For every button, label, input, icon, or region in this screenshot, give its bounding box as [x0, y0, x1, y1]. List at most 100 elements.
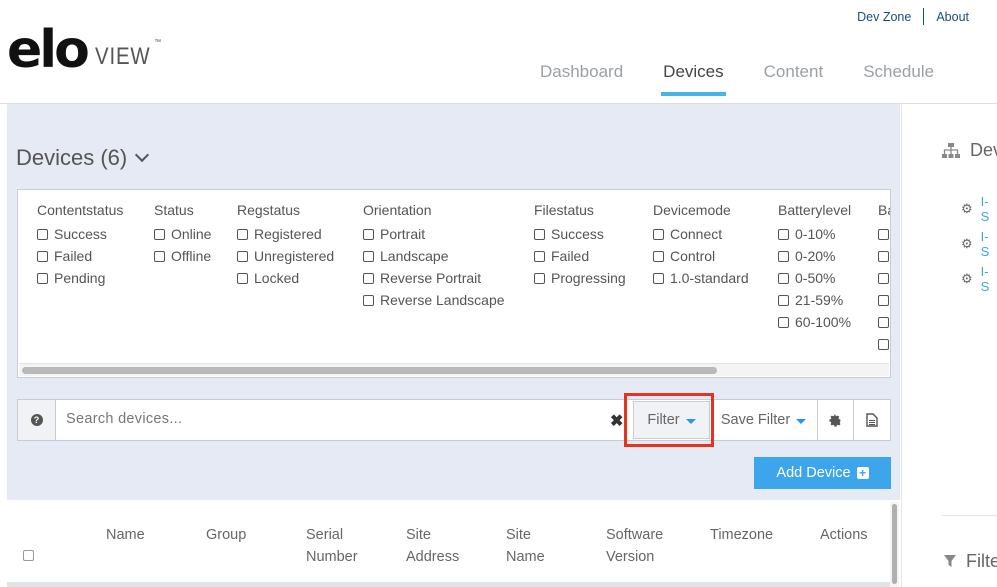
checkbox[interactable]	[237, 272, 248, 284]
filter-option[interactable]: Success	[534, 223, 626, 245]
tab-devices[interactable]: Devices	[661, 62, 727, 96]
col-header-serial-number[interactable]: Serial Number	[306, 524, 358, 568]
filter-option[interactable]: Locked	[237, 267, 334, 289]
logo-trademark: ™	[154, 39, 162, 46]
dev-zone-link[interactable]: Dev Zone	[845, 10, 923, 24]
col-header-name[interactable]: Name	[106, 524, 145, 546]
filter-option[interactable]: 0-20%	[778, 245, 851, 267]
group-item[interactable]: ⚙ I-S	[961, 264, 997, 294]
filter-option[interactable]: 60-100%	[778, 311, 851, 333]
checkbox[interactable]	[237, 228, 248, 240]
filter-option[interactable]: 21-59%	[778, 289, 851, 311]
filter-option[interactable]: Failed	[37, 245, 123, 267]
scrollbar-thumb[interactable]	[22, 367, 717, 374]
checkbox[interactable]	[534, 228, 545, 240]
filter-option[interactable]: Landscape	[363, 245, 505, 267]
checkbox[interactable]	[778, 272, 789, 284]
filter-option-label: 0-20%	[795, 248, 836, 264]
filter-option[interactable]: Connect	[653, 223, 749, 245]
filter-button[interactable]: Filter	[633, 401, 710, 439]
filter-option[interactable]	[878, 289, 890, 311]
logo-product: VIEW	[94, 43, 151, 70]
filter-option[interactable]: Offline	[154, 245, 211, 267]
checkbox[interactable]	[878, 316, 889, 328]
filter-option[interactable]: 0-10%	[778, 223, 851, 245]
select-all-checkbox[interactable]	[23, 550, 34, 561]
checkbox[interactable]	[653, 228, 664, 240]
filter-option[interactable]: Reverse Portrait	[363, 267, 505, 289]
filter-option[interactable]: Reverse Landscape	[363, 289, 505, 311]
filter-option[interactable]: Online	[154, 223, 211, 245]
filter-option[interactable]	[878, 311, 890, 333]
filter-option[interactable]: Progressing	[534, 267, 626, 289]
save-filter-button[interactable]: Save Filter	[710, 400, 817, 440]
tab-dashboard[interactable]: Dashboard	[540, 62, 623, 94]
checkbox[interactable]	[778, 294, 789, 306]
checkbox[interactable]	[534, 250, 545, 262]
checkbox[interactable]	[363, 272, 374, 284]
filter-group-header: Ba	[878, 202, 890, 218]
col-header-group[interactable]: Group	[206, 524, 246, 546]
filter-option[interactable]: Pending	[37, 267, 123, 289]
col-header-software-version[interactable]: Software Version	[606, 524, 663, 568]
checkbox[interactable]	[778, 228, 789, 240]
checkbox[interactable]	[534, 272, 545, 284]
filter-option[interactable]	[878, 333, 890, 355]
checkbox[interactable]	[878, 272, 889, 284]
settings-button[interactable]	[817, 400, 853, 440]
checkbox[interactable]	[363, 228, 374, 240]
export-button[interactable]	[853, 400, 890, 440]
document-icon	[866, 413, 878, 427]
horizontal-scrollbar[interactable]	[19, 363, 889, 376]
tab-content[interactable]: Content	[764, 62, 824, 94]
vertical-scrollbar[interactable]	[890, 502, 899, 587]
save-filter-label: Save Filter	[720, 412, 791, 428]
filter-option[interactable]: 0-50%	[778, 267, 851, 289]
filter-option[interactable]	[878, 223, 890, 245]
checkbox[interactable]	[878, 294, 889, 306]
devices-title-dropdown[interactable]: Devices (6)	[16, 145, 150, 171]
filter-option[interactable]	[878, 245, 890, 267]
checkbox[interactable]	[37, 250, 48, 262]
checkbox[interactable]	[363, 294, 374, 306]
checkbox[interactable]	[154, 250, 165, 262]
filter-option[interactable]: Control	[653, 245, 749, 267]
checkbox[interactable]	[653, 272, 664, 284]
filter-option[interactable]: 1.0-standard	[653, 267, 749, 289]
filter-option[interactable]: Failed	[534, 245, 626, 267]
col-header-site-address[interactable]: Site Address	[406, 524, 459, 568]
filter-option[interactable]	[878, 267, 890, 289]
add-device-button[interactable]: Add Device +	[754, 457, 891, 489]
checkbox[interactable]	[653, 250, 664, 262]
help-button[interactable]: ?	[18, 400, 56, 440]
gear-icon: ⚙	[961, 236, 973, 251]
filter-option[interactable]: Registered	[237, 223, 334, 245]
checkbox[interactable]	[37, 228, 48, 240]
filter-group-header: Regstatus	[237, 202, 301, 218]
col-header-timezone[interactable]: Timezone	[710, 524, 773, 546]
plus-square-icon: +	[856, 467, 869, 479]
checkbox[interactable]	[778, 316, 789, 328]
checkbox[interactable]	[237, 250, 248, 262]
clear-search-icon[interactable]: ✖	[610, 411, 623, 431]
checkbox[interactable]	[878, 250, 889, 262]
search-input[interactable]	[66, 411, 606, 427]
group-item[interactable]: ⚙ I-S	[961, 229, 997, 259]
col-header-site-name[interactable]: Site Name	[506, 524, 545, 568]
checkbox[interactable]	[363, 250, 374, 262]
filter-option-label: 1.0-standard	[670, 270, 749, 286]
checkbox[interactable]	[778, 250, 789, 262]
elo-view-logo[interactable]: elo VIEW ™	[7, 24, 162, 76]
filter-option[interactable]: Success	[37, 223, 123, 245]
checkbox[interactable]	[154, 228, 165, 240]
filter-option[interactable]: Portrait	[363, 223, 505, 245]
checkbox[interactable]	[878, 338, 889, 350]
checkbox[interactable]	[37, 272, 48, 284]
about-link[interactable]: About	[924, 10, 981, 24]
tab-schedule[interactable]: Schedule	[863, 62, 934, 94]
filter-option-label: Success	[54, 226, 107, 242]
filter-option[interactable]: Unregistered	[237, 245, 334, 267]
group-item[interactable]: ⚙ I-S	[961, 194, 997, 224]
scrollbar-thumb[interactable]	[892, 504, 897, 584]
checkbox[interactable]	[878, 228, 889, 240]
